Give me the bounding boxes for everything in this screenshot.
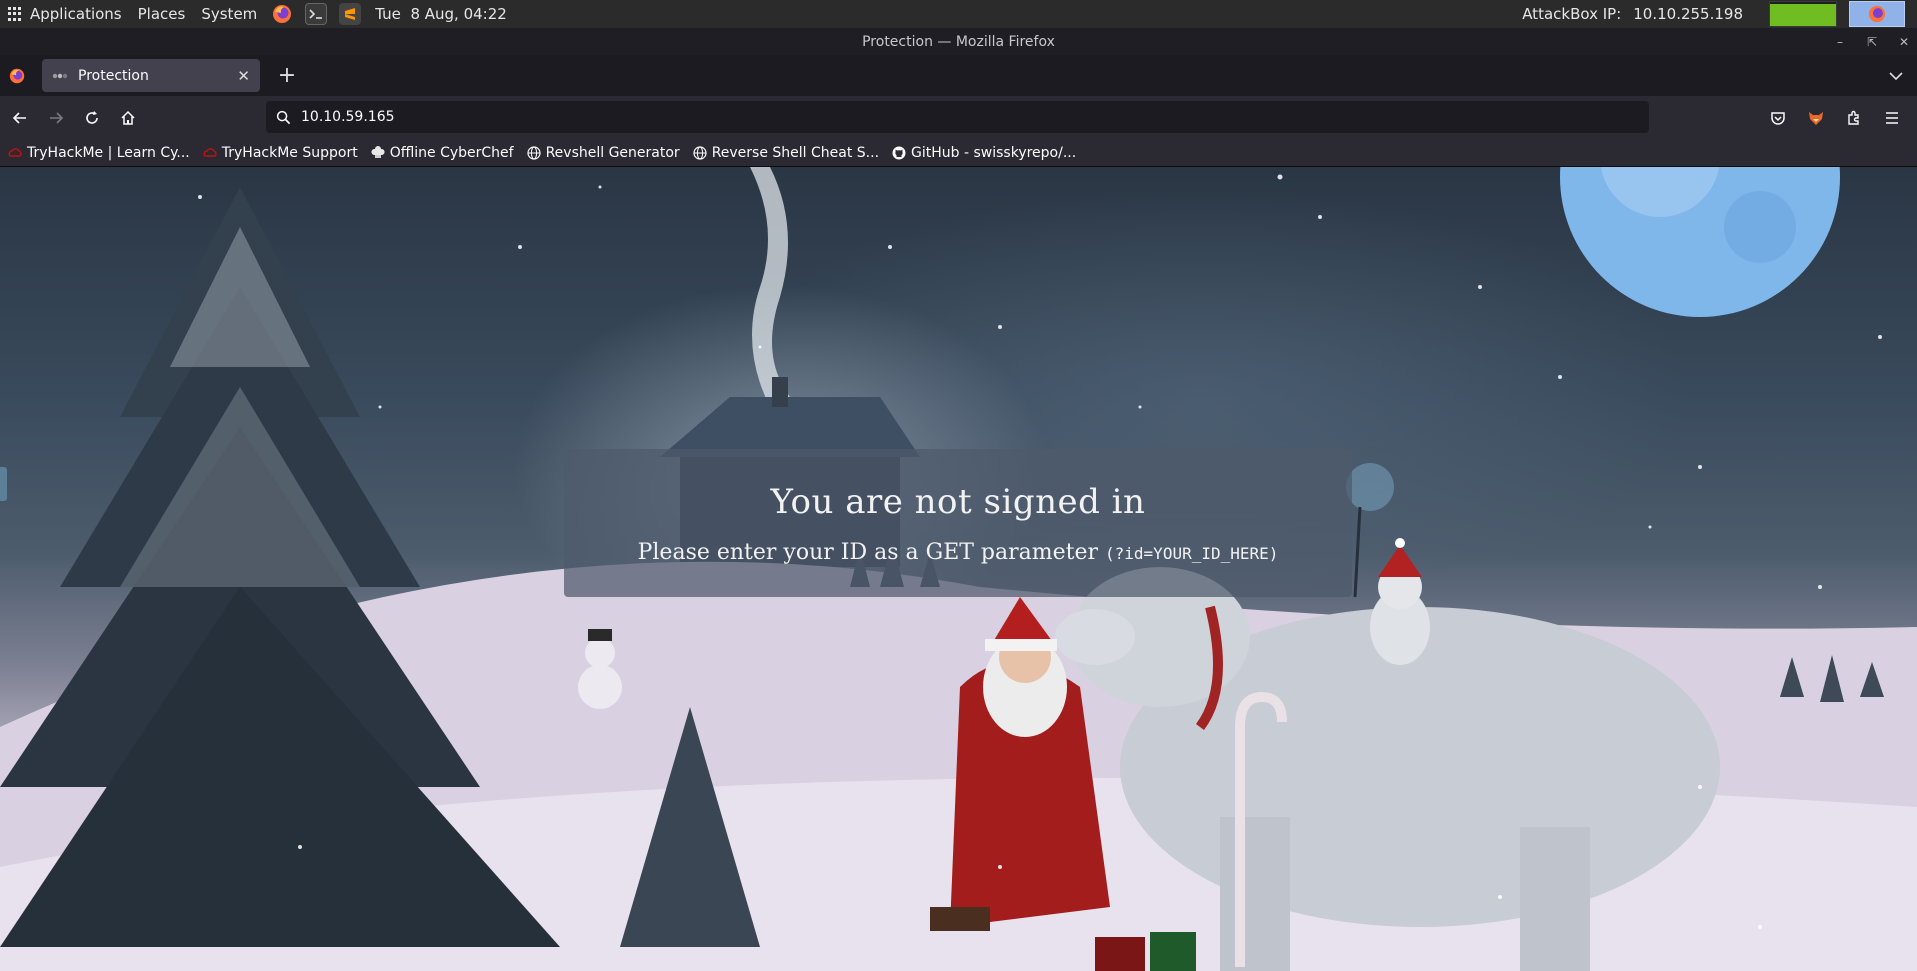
places-menu[interactable]: Places [130,0,194,28]
applications-menu-label: Applications [30,5,122,23]
bookmark-revshell-generator[interactable]: Revshell Generator [526,144,680,161]
system-panel: Applications Places System Tue 8 Aug, 04… [0,0,1917,28]
navigation-toolbar: 10.10.59.165 [0,96,1917,139]
extensions-icon[interactable] [1837,110,1871,126]
instruction-code: (?id=YOUR_ID_HERE) [1105,543,1279,563]
attackbox-ip-value: 10.10.255.198 [1633,5,1743,23]
window-close-icon[interactable]: ✕ [1897,35,1911,49]
system-menu-label: System [201,5,258,23]
tryhackme-icon [8,146,22,160]
bookmark-label: Reverse Shell Cheat S... [711,144,880,161]
tryhackme-icon [203,146,217,160]
signin-instruction: Please enter your ID as a GET parameter … [638,540,1279,565]
datetime[interactable]: Tue 8 Aug, 04:22 [367,0,515,28]
window-titlebar: Protection — Mozilla Firefox – ⇱ ✕ [0,28,1917,55]
firefox-taskbar-button[interactable] [1849,1,1905,27]
house-roof [660,397,920,457]
foxyproxy-extension-icon[interactable] [1799,109,1833,127]
bookmark-reverse-shell-cheat[interactable]: Reverse Shell Cheat S... [693,145,879,161]
url-text[interactable]: 10.10.59.165 [301,109,395,125]
chimney-smoke [750,167,790,407]
app-grid-icon [8,7,22,21]
instruction-text: Please enter your ID as a GET parameter [637,539,1099,565]
sidebar-handle[interactable] [0,467,7,501]
firefox-launcher-icon[interactable] [271,3,293,25]
bookmark-label: Offline CyberChef [389,144,514,161]
page-title: You are not signed in [770,481,1146,522]
bookmark-label: TryHackMe | Learn Cy... [27,144,190,161]
bookmark-label: GitHub - swisskyrepo/... [911,144,1077,161]
tab-strip: Protection ✕ + [0,55,1917,96]
tab-title: Protection [78,67,149,84]
forward-icon[interactable] [38,110,74,126]
url-bar[interactable]: 10.10.59.165 [266,101,1649,133]
search-icon [276,110,291,125]
present [1150,932,1196,971]
bookmarks-toolbar: TryHackMe | Learn Cy... TryHackMe Suppor… [0,139,1917,167]
polar-bear-cub [1370,538,1430,665]
globe-icon [526,145,541,160]
loading-favicon-icon [52,71,68,81]
bookmark-label: Revshell Generator [545,144,680,161]
home-icon[interactable] [110,110,146,126]
page-content: You are not signed in Please enter your … [0,167,1917,971]
cpu-load-graph [1769,1,1837,27]
list-all-tabs-icon[interactable] [1889,66,1903,85]
github-icon [892,146,906,160]
globe-icon [693,145,707,160]
tab-protection[interactable]: Protection ✕ [42,59,260,92]
present [1095,937,1145,971]
reload-icon[interactable] [74,110,110,126]
sublime-text-launcher-icon[interactable] [339,3,362,25]
minimize-icon[interactable]: – [1833,35,1847,49]
bookmark-label: TryHackMe Support [221,144,358,161]
firefox-view-icon[interactable] [0,68,34,84]
pocket-icon[interactable] [1761,110,1795,126]
chef-hat-icon [371,145,385,160]
signin-notice-panel: You are not signed in Please enter your … [564,449,1352,597]
maximize-icon[interactable]: ⇱ [1865,35,1879,49]
hamburger-menu-icon[interactable] [1875,111,1909,125]
bookmark-tryhackme-learn[interactable]: TryHackMe | Learn Cy... [8,145,190,161]
new-tab-icon[interactable]: + [274,63,300,88]
applications-menu[interactable]: Applications [0,0,130,28]
window-title: Protection — Mozilla Firefox [862,33,1055,50]
tab-close-icon[interactable]: ✕ [237,67,250,85]
bookmark-offline-cyberchef[interactable]: Offline CyberChef [371,145,514,161]
places-menu-label: Places [137,5,186,23]
back-icon[interactable] [2,110,38,126]
bookmark-tryhackme-support[interactable]: TryHackMe Support [203,145,358,161]
bookmark-github-swisskyrepo[interactable]: GitHub - swisskyrepo/... [892,145,1076,161]
system-menu[interactable]: System [193,0,265,28]
attackbox-ip-label: AttackBox IP: [1522,5,1622,23]
terminal-launcher-icon[interactable] [305,3,328,25]
